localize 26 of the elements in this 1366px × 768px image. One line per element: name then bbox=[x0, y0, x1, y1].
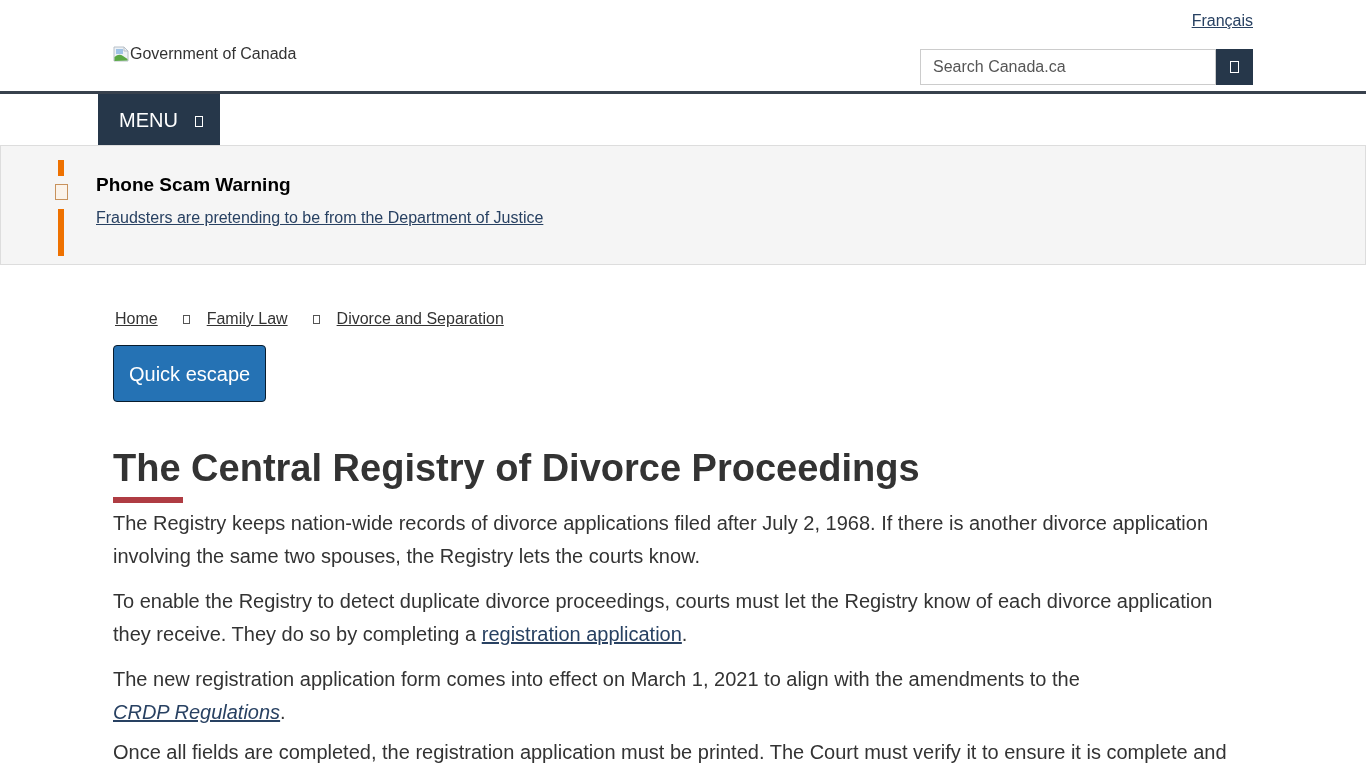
square-icon bbox=[182, 314, 190, 324]
square-icon bbox=[312, 314, 320, 324]
square-icon bbox=[1230, 61, 1239, 73]
alert-link[interactable]: Fraudsters are pretending to be from the Department of Justice bbox=[96, 208, 544, 228]
breadcrumb-link[interactable]: Divorce and Separation bbox=[336, 309, 504, 329]
paragraph: The new registration application form comes into effect on March 1, 2021 to align with the amendments to the CRDP Regulations. bbox=[113, 667, 1081, 725]
menu-button[interactable]: MENU bbox=[98, 94, 220, 145]
paragraph: To enable the Registry to detect duplicate divorce proceedings, courts must let the Registry know of each divorce application they receive. They do so by completing a registration application. bbox=[113, 589, 1214, 647]
quick-escape-button[interactable]: Quick escape bbox=[113, 345, 267, 402]
broken-image-icon bbox=[113, 46, 129, 62]
alert-title: Phone Scam Warning bbox=[96, 174, 291, 196]
square-icon bbox=[194, 116, 203, 127]
text-link[interactable]: CRDP Regulations bbox=[113, 701, 281, 723]
logo-link[interactable]: Government of Canada bbox=[130, 44, 297, 64]
paragraph: Once all fields are completed, the registration application must be printed. The Court must verify it to ensure it is complete and bbox=[113, 741, 1228, 763]
search-field[interactable]: Search Canada.ca bbox=[920, 49, 1216, 85]
text-link[interactable]: registration application bbox=[481, 623, 682, 645]
accent-bar bbox=[58, 160, 64, 176]
paragraph: The Registry keeps nation-wide records of divorce applications filed after July 2, 1968. If there is another divorce application involving the same two spouses, the Registry lets the courts know. bbox=[113, 511, 1210, 569]
breadcrumb-link[interactable]: Home bbox=[115, 309, 158, 329]
accent-bar bbox=[58, 209, 64, 256]
breadcrumb-link[interactable]: Family Law bbox=[206, 309, 288, 329]
search-button[interactable] bbox=[1216, 49, 1253, 85]
square-icon bbox=[54, 184, 68, 200]
language-link[interactable]: Français bbox=[1191, 11, 1253, 31]
page-heading: The Central Registry of Divorce Proceedings bbox=[113, 447, 920, 489]
